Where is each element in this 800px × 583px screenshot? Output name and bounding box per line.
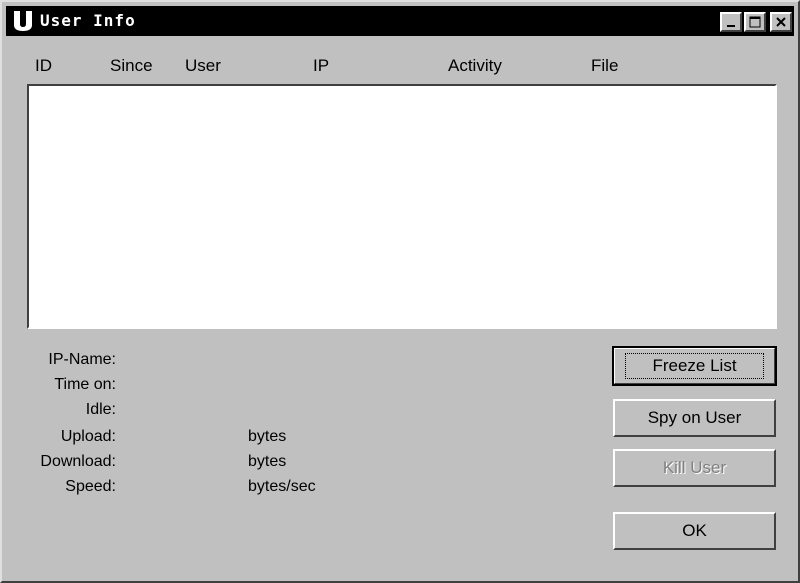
user-list[interactable] [27, 84, 777, 329]
close-button[interactable] [770, 12, 792, 32]
idle-label: Idle: [85, 401, 116, 418]
column-header-since[interactable]: Since [110, 56, 153, 76]
speed-unit: bytes/sec [248, 478, 316, 495]
maximize-icon [749, 16, 761, 28]
column-header-activity[interactable]: Activity [448, 56, 502, 76]
minimize-button[interactable] [720, 12, 742, 32]
column-header-file[interactable]: File [591, 56, 618, 76]
title-bar[interactable]: User Info [6, 6, 794, 36]
ip-name-label: IP-Name: [48, 351, 116, 368]
time-on-label: Time on: [54, 376, 116, 393]
user-info-window: User Info ID Since User IP Activity File… [0, 0, 800, 583]
close-icon [776, 17, 786, 27]
freeze-list-button[interactable]: Freeze List [612, 346, 777, 386]
column-header-user[interactable]: User [185, 56, 221, 76]
column-header-ip[interactable]: IP [313, 56, 329, 76]
kill-user-button[interactable]: Kill User [613, 449, 776, 487]
download-label: Download: [40, 453, 116, 470]
download-unit: bytes [248, 453, 287, 470]
window-title: User Info [40, 11, 136, 30]
speed-label: Speed: [65, 478, 116, 495]
spy-on-user-button[interactable]: Spy on User [613, 399, 776, 437]
column-header-id[interactable]: ID [35, 56, 52, 76]
maximize-button[interactable] [744, 12, 766, 32]
ok-button[interactable]: OK [613, 512, 776, 550]
upload-label: Upload: [60, 428, 116, 445]
minimize-icon [727, 25, 735, 27]
u-logo-icon [14, 11, 32, 31]
upload-unit: bytes [248, 428, 287, 445]
